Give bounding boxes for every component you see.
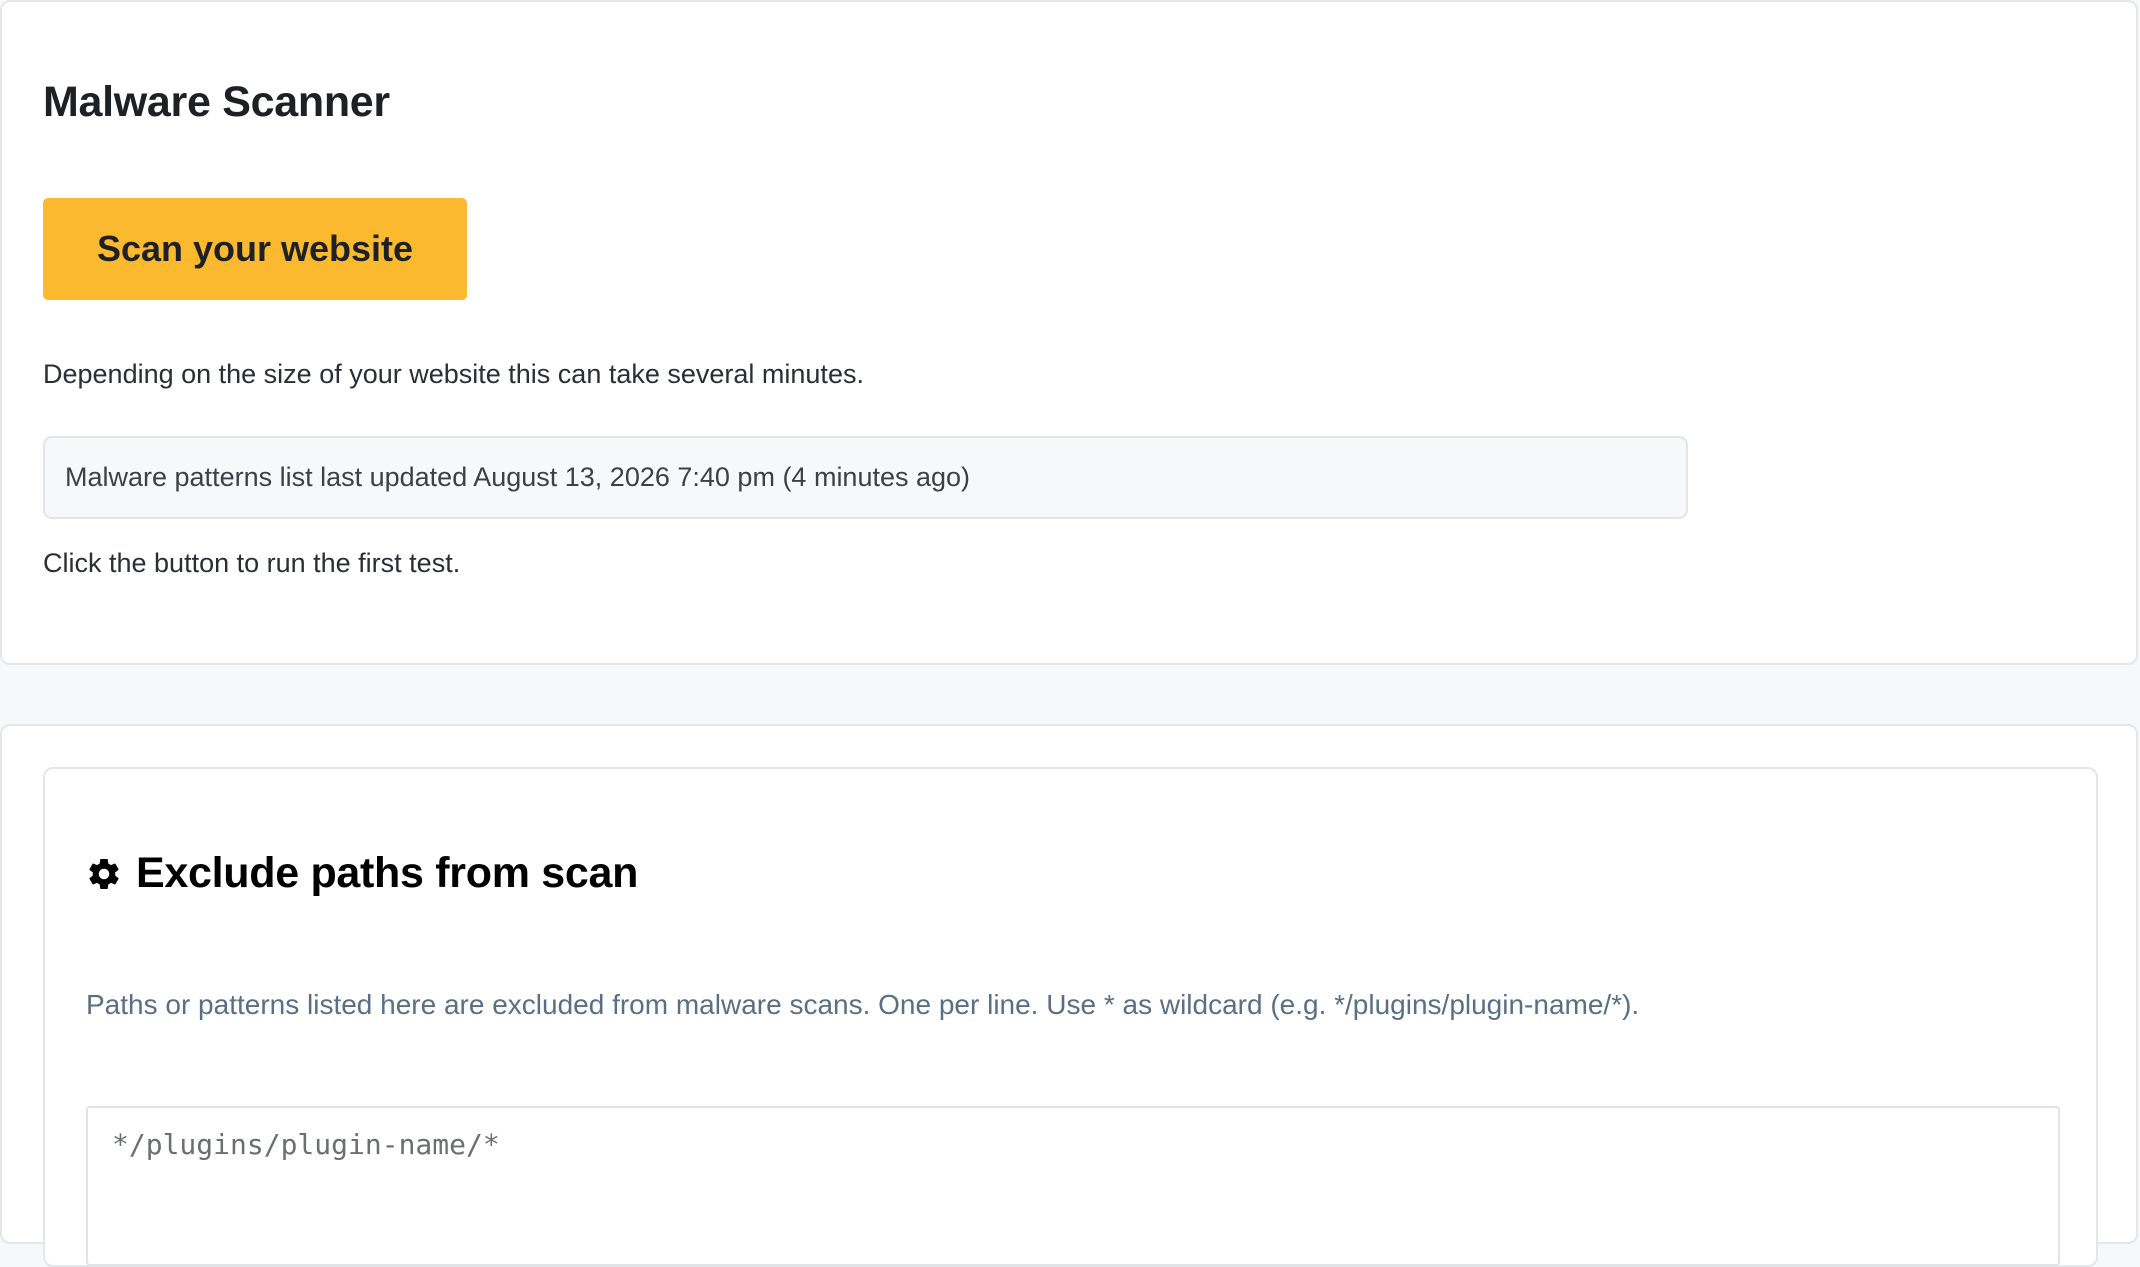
section-header: Exclude paths from scan [86,849,638,898]
exclude-paths-description: Paths or patterns listed here are exclud… [86,989,1640,1020]
scan-duration-hint: Depending on the size of your website th… [43,359,864,389]
patterns-updated-text: Malware patterns list last updated Augus… [65,462,971,492]
patterns-updated-notice: Malware patterns list last updated Augus… [43,436,1688,519]
exclude-paths-input[interactable] [86,1106,2060,1266]
gear-icon [86,856,122,892]
exclude-paths-card: Exclude paths from scan Paths or pattern… [0,724,2138,1267]
exclude-paths-title: Exclude paths from scan [136,849,639,897]
exclude-paths-panel: Exclude paths from scan Paths or pattern… [43,767,2098,1267]
scan-status-text: Click the button to run the first test. [43,548,461,578]
malware-scanner-card: Malware Scanner Scan your website Depend… [0,0,2138,665]
page-title: Malware Scanner [43,78,390,126]
scan-website-button[interactable]: Scan your website [43,198,467,300]
